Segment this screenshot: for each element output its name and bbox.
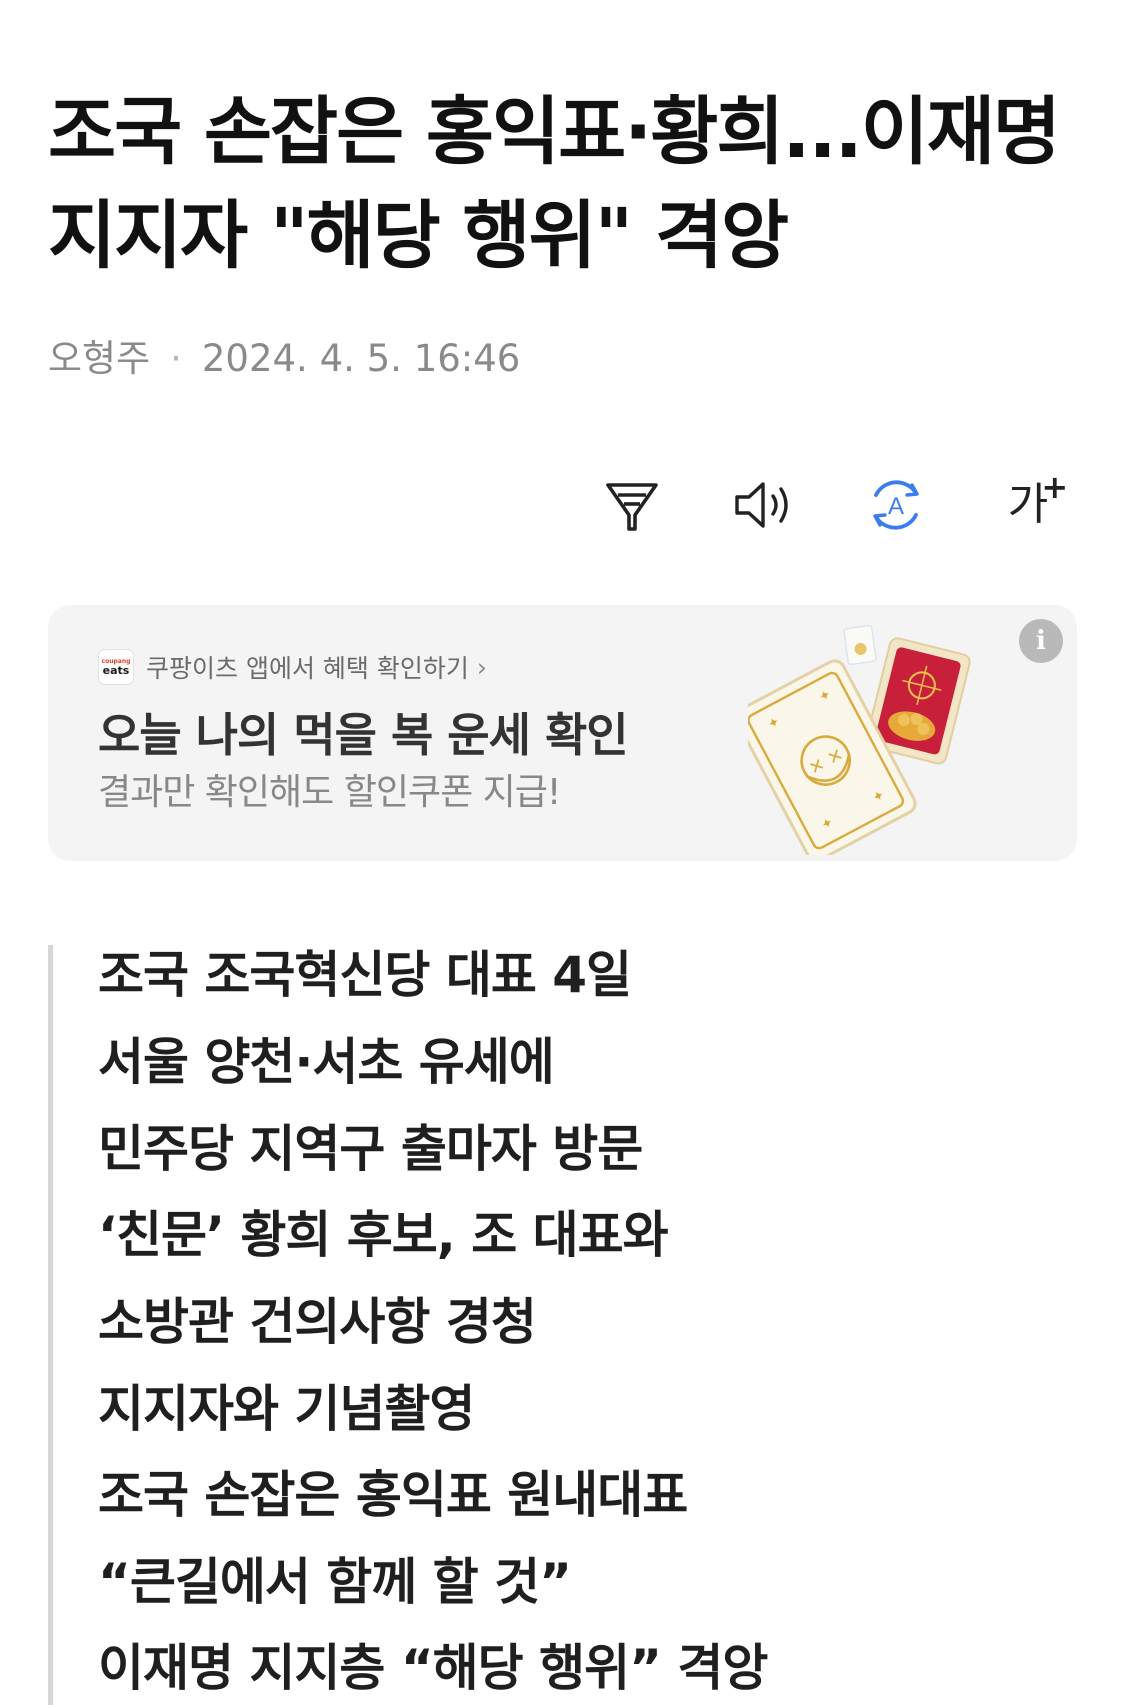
- summary-line: ‘친문’ 황희 후보, 조 대표와: [98, 1206, 669, 1264]
- article-summary-quote: 조국 조국혁신당 대표 4일 서울 양천·서초 유세에 민주당 지역구 출마자 …: [48, 945, 1053, 1705]
- summary-line: 서울 양천·서초 유세에: [98, 1033, 555, 1091]
- summary-line: 민주당 지역구 출마자 방문: [98, 1120, 643, 1178]
- ad-subtext: 결과만 확인해도 할인쿠폰 지급!: [98, 772, 561, 813]
- filter-icon: [606, 483, 658, 531]
- font-size-plus: +: [1041, 468, 1069, 506]
- summary-line: “큰길에서 함께 할 것”: [98, 1553, 572, 1611]
- tarot-card-illustration: ✕ ✕ ✦ ✦ ✦ ✦: [748, 624, 971, 855]
- article-title: 조국 손잡은 홍익표·황희...이재명 지지자 "해당 행위" 격앙: [48, 80, 1061, 288]
- font-size-icon: 가 +: [1008, 468, 1068, 535]
- chevron-right-icon: ›: [476, 652, 487, 682]
- ad-source-link[interactable]: coupang eats 쿠팡이츠 앱에서 혜택 확인하기 ›: [98, 649, 487, 685]
- speaker-icon: [735, 482, 788, 528]
- translate-glyph: A: [888, 493, 904, 520]
- summary-line: 조국 손잡은 홍익표 원내대표: [98, 1466, 688, 1524]
- article-title-line-1: 조국 손잡은 홍익표·황희...이재명: [48, 89, 1061, 175]
- read-aloud-button[interactable]: [729, 470, 799, 540]
- font-size-button[interactable]: 가 +: [993, 468, 1068, 540]
- article-title-line-2: 지지자 "해당 행위" 격앙: [48, 193, 789, 279]
- ad-source-text: 쿠팡이츠 앱에서 혜택 확인하기: [146, 654, 469, 683]
- article-meta: 오형주 · 2024. 4. 5. 16:46: [48, 328, 520, 382]
- article-page: 조국 손잡은 홍익표·황희...이재명 지지자 "해당 행위" 격앙 오형주 · 2…: [0, 0, 1125, 1705]
- article-toolbar: A 가 +: [597, 468, 1068, 540]
- author-name[interactable]: 오형주: [48, 337, 150, 380]
- summary-line: 지지자와 기념촬영: [98, 1380, 475, 1438]
- publish-timestamp: 2024. 4. 5. 16:46: [201, 337, 521, 380]
- summary-line: 이재명 지지층 “해당 행위” 격앙: [98, 1639, 768, 1697]
- summary-line: 조국 조국혁신당 대표 4일: [98, 946, 632, 1004]
- meta-separator: ·: [170, 337, 182, 380]
- coupang-eats-ad-banner[interactable]: coupang eats 쿠팡이츠 앱에서 혜택 확인하기 › 오늘 나의 먹을…: [48, 605, 1077, 861]
- translate-button[interactable]: A: [861, 470, 931, 540]
- ad-headline: 오늘 나의 먹을 복 운세 확인: [98, 708, 629, 762]
- summary-line: 소방관 건의사항 경청: [98, 1293, 537, 1351]
- summary-filter-button[interactable]: [597, 470, 667, 540]
- translate-icon: A: [873, 480, 919, 530]
- ad-info-icon[interactable]: i: [1019, 619, 1063, 663]
- coupang-eats-logo: coupang eats: [98, 649, 134, 685]
